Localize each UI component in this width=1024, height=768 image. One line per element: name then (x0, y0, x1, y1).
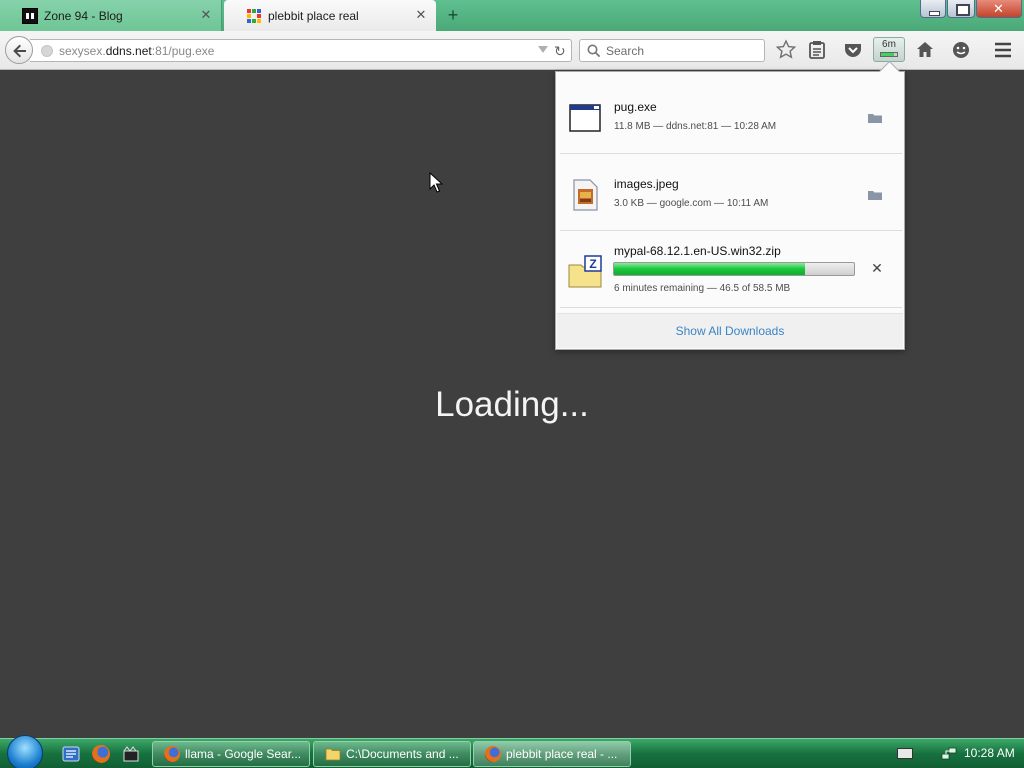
taskbar-item-label: C:\Documents and ... (346, 747, 459, 761)
divider (560, 307, 902, 308)
url-bar[interactable]: sexysex.ddns.net:81/pug.exe ↻ (30, 39, 572, 62)
folder-icon (325, 748, 341, 761)
site-identity-icon[interactable] (41, 45, 53, 57)
start-button[interactable] (7, 735, 43, 768)
firefox-icon (485, 746, 501, 762)
plebbit-place-favicon-icon (246, 8, 262, 24)
keyboard-tray-icon[interactable] (897, 748, 913, 759)
back-button[interactable] (5, 36, 33, 64)
download-filename: mypal-68.12.1.en-US.win32.zip (614, 244, 781, 258)
tab-plebbit-place-real[interactable]: plebbit place real ✕ (224, 0, 436, 31)
image-file-icon (573, 179, 598, 211)
explorer-quicklaunch-icon[interactable] (62, 745, 80, 763)
zip-file-icon: Z (568, 255, 602, 288)
show-all-downloads-button[interactable]: Show All Downloads (557, 313, 903, 348)
firefox-quicklaunch-icon[interactable] (92, 745, 110, 763)
downloads-progress-indicator (880, 52, 898, 57)
download-progress-fill (614, 263, 805, 275)
download-progress-bar (613, 262, 855, 276)
tab-close-icon[interactable]: ✕ (414, 8, 428, 22)
download-status: 3.0 KB — google.com — 10:11 AM (614, 198, 769, 209)
taskbar-item-plebbit-place[interactable]: plebbit place real - ... (473, 741, 631, 767)
loading-message: Loading... (435, 385, 589, 424)
url-text[interactable]: sexysex.ddns.net:81/pug.exe (59, 44, 214, 58)
close-window-button[interactable] (976, 0, 1022, 18)
download-item[interactable]: pug.exe 11.8 MB — ddns.net:81 — 10:28 AM (560, 75, 902, 152)
tab-zone-94-blog[interactable]: Zone 94 - Blog ✕ (0, 0, 222, 31)
svg-text:Z: Z (589, 257, 596, 271)
taskbar-item-google-search[interactable]: llama - Google Sear... (152, 741, 310, 767)
tab-label: plebbit place real (268, 8, 359, 23)
tab-close-icon[interactable]: ✕ (199, 8, 213, 22)
tab-label: Zone 94 - Blog (44, 8, 123, 23)
mouse-cursor-icon (429, 172, 443, 193)
downloads-panel: pug.exe 11.8 MB — ddns.net:81 — 10:28 AM… (555, 71, 905, 350)
new-tab-button[interactable]: + (444, 6, 462, 24)
url-suffix: :81/pug.exe (151, 44, 215, 58)
downloads-time-remaining: 6m (882, 39, 896, 50)
taskbar-item-label: llama - Google Sear... (185, 747, 302, 761)
reading-list-icon[interactable] (804, 37, 830, 63)
tab-strip: Zone 94 - Blog ✕ plebbit place real ✕ + (0, 0, 1024, 31)
downloads-button[interactable]: 6m (873, 37, 905, 62)
restore-button[interactable] (947, 0, 975, 18)
search-icon (587, 44, 601, 58)
search-input[interactable] (606, 43, 756, 59)
url-prefix: sexysex. (59, 44, 106, 58)
reload-icon[interactable]: ↻ (554, 43, 566, 60)
download-filename: images.jpeg (614, 177, 679, 191)
download-item[interactable]: images.jpeg 3.0 KB — google.com — 10:11 … (560, 152, 902, 229)
search-bar[interactable] (579, 39, 765, 62)
back-icon (13, 44, 26, 58)
home-icon[interactable] (912, 37, 938, 63)
zone94-favicon-icon (22, 8, 38, 24)
bookmark-star-icon[interactable] (773, 37, 799, 63)
exe-file-icon (569, 104, 601, 132)
download-item-in-progress[interactable]: Z mypal-68.12.1.en-US.win32.zip 6 minute… (560, 229, 902, 306)
history-dropdown-icon[interactable] (538, 46, 548, 53)
download-filename: pug.exe (614, 100, 657, 114)
download-status: 6 minutes remaining — 46.5 of 58.5 MB (614, 283, 791, 294)
open-folder-icon[interactable] (867, 111, 883, 125)
cancel-download-button[interactable]: ✕ (870, 261, 884, 275)
open-folder-icon[interactable] (867, 188, 883, 202)
url-host: ddns.net (105, 44, 152, 58)
taskbar: llama - Google Sear... C:\Documents and … (0, 735, 1024, 768)
hello-icon[interactable] (948, 37, 974, 63)
firefox-icon (164, 746, 180, 762)
taskbar-item-label: plebbit place real - ... (506, 747, 618, 761)
taskbar-item-documents-folder[interactable]: C:\Documents and ... (313, 741, 471, 767)
minimize-button[interactable] (920, 0, 946, 18)
media-player-quicklaunch-icon[interactable] (122, 745, 140, 763)
menu-icon[interactable] (990, 37, 1016, 63)
system-clock[interactable]: 10:28 AM (964, 746, 1015, 760)
download-status: 11.8 MB — ddns.net:81 — 10:28 AM (614, 121, 777, 132)
navigation-toolbar: sexysex.ddns.net:81/pug.exe ↻ 6m (0, 31, 1024, 70)
pocket-icon[interactable] (840, 37, 866, 63)
network-tray-icon[interactable] (941, 746, 957, 762)
